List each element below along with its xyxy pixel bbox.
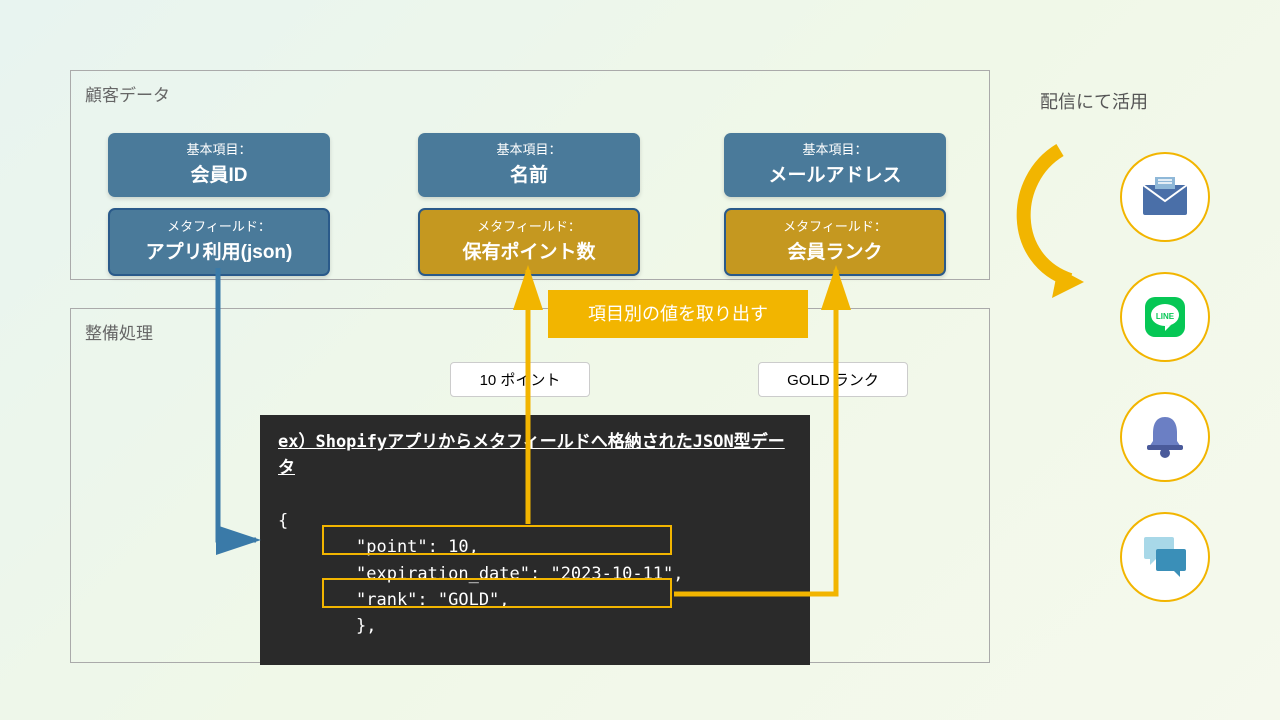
meta-field-points: メタフィールド： 保有ポイント数 bbox=[418, 208, 640, 276]
basic-field-name: 基本項目： 名前 bbox=[418, 133, 640, 197]
meta-field-app-json: メタフィールド： アプリ利用(json) bbox=[108, 208, 330, 276]
bell-icon bbox=[1120, 392, 1210, 482]
right-title: 配信にて活用 bbox=[1040, 88, 1148, 114]
code-title: ex）Shopifyアプリからメタフィールドへ格納されたJSON型データ bbox=[278, 429, 792, 482]
line-icon: LINE bbox=[1120, 272, 1210, 362]
highlight-point-line bbox=[322, 525, 672, 555]
chat-icon bbox=[1120, 512, 1210, 602]
value-rank: GOLD ランク bbox=[758, 362, 908, 397]
extract-label-box: 項目別の値を取り出す bbox=[548, 290, 808, 338]
highlight-rank-line bbox=[322, 578, 672, 608]
value-points: 10 ポイント bbox=[450, 362, 590, 397]
meta-field-rank: メタフィールド： 会員ランク bbox=[724, 208, 946, 276]
basic-field-member-id: 基本項目： 会員ID bbox=[108, 133, 330, 197]
panel-title: 整備処理 bbox=[85, 319, 975, 344]
svg-text:LINE: LINE bbox=[1156, 312, 1175, 321]
basic-field-email: 基本項目： メールアドレス bbox=[724, 133, 946, 197]
panel-title: 顧客データ bbox=[85, 81, 975, 106]
mail-icon bbox=[1120, 152, 1210, 242]
